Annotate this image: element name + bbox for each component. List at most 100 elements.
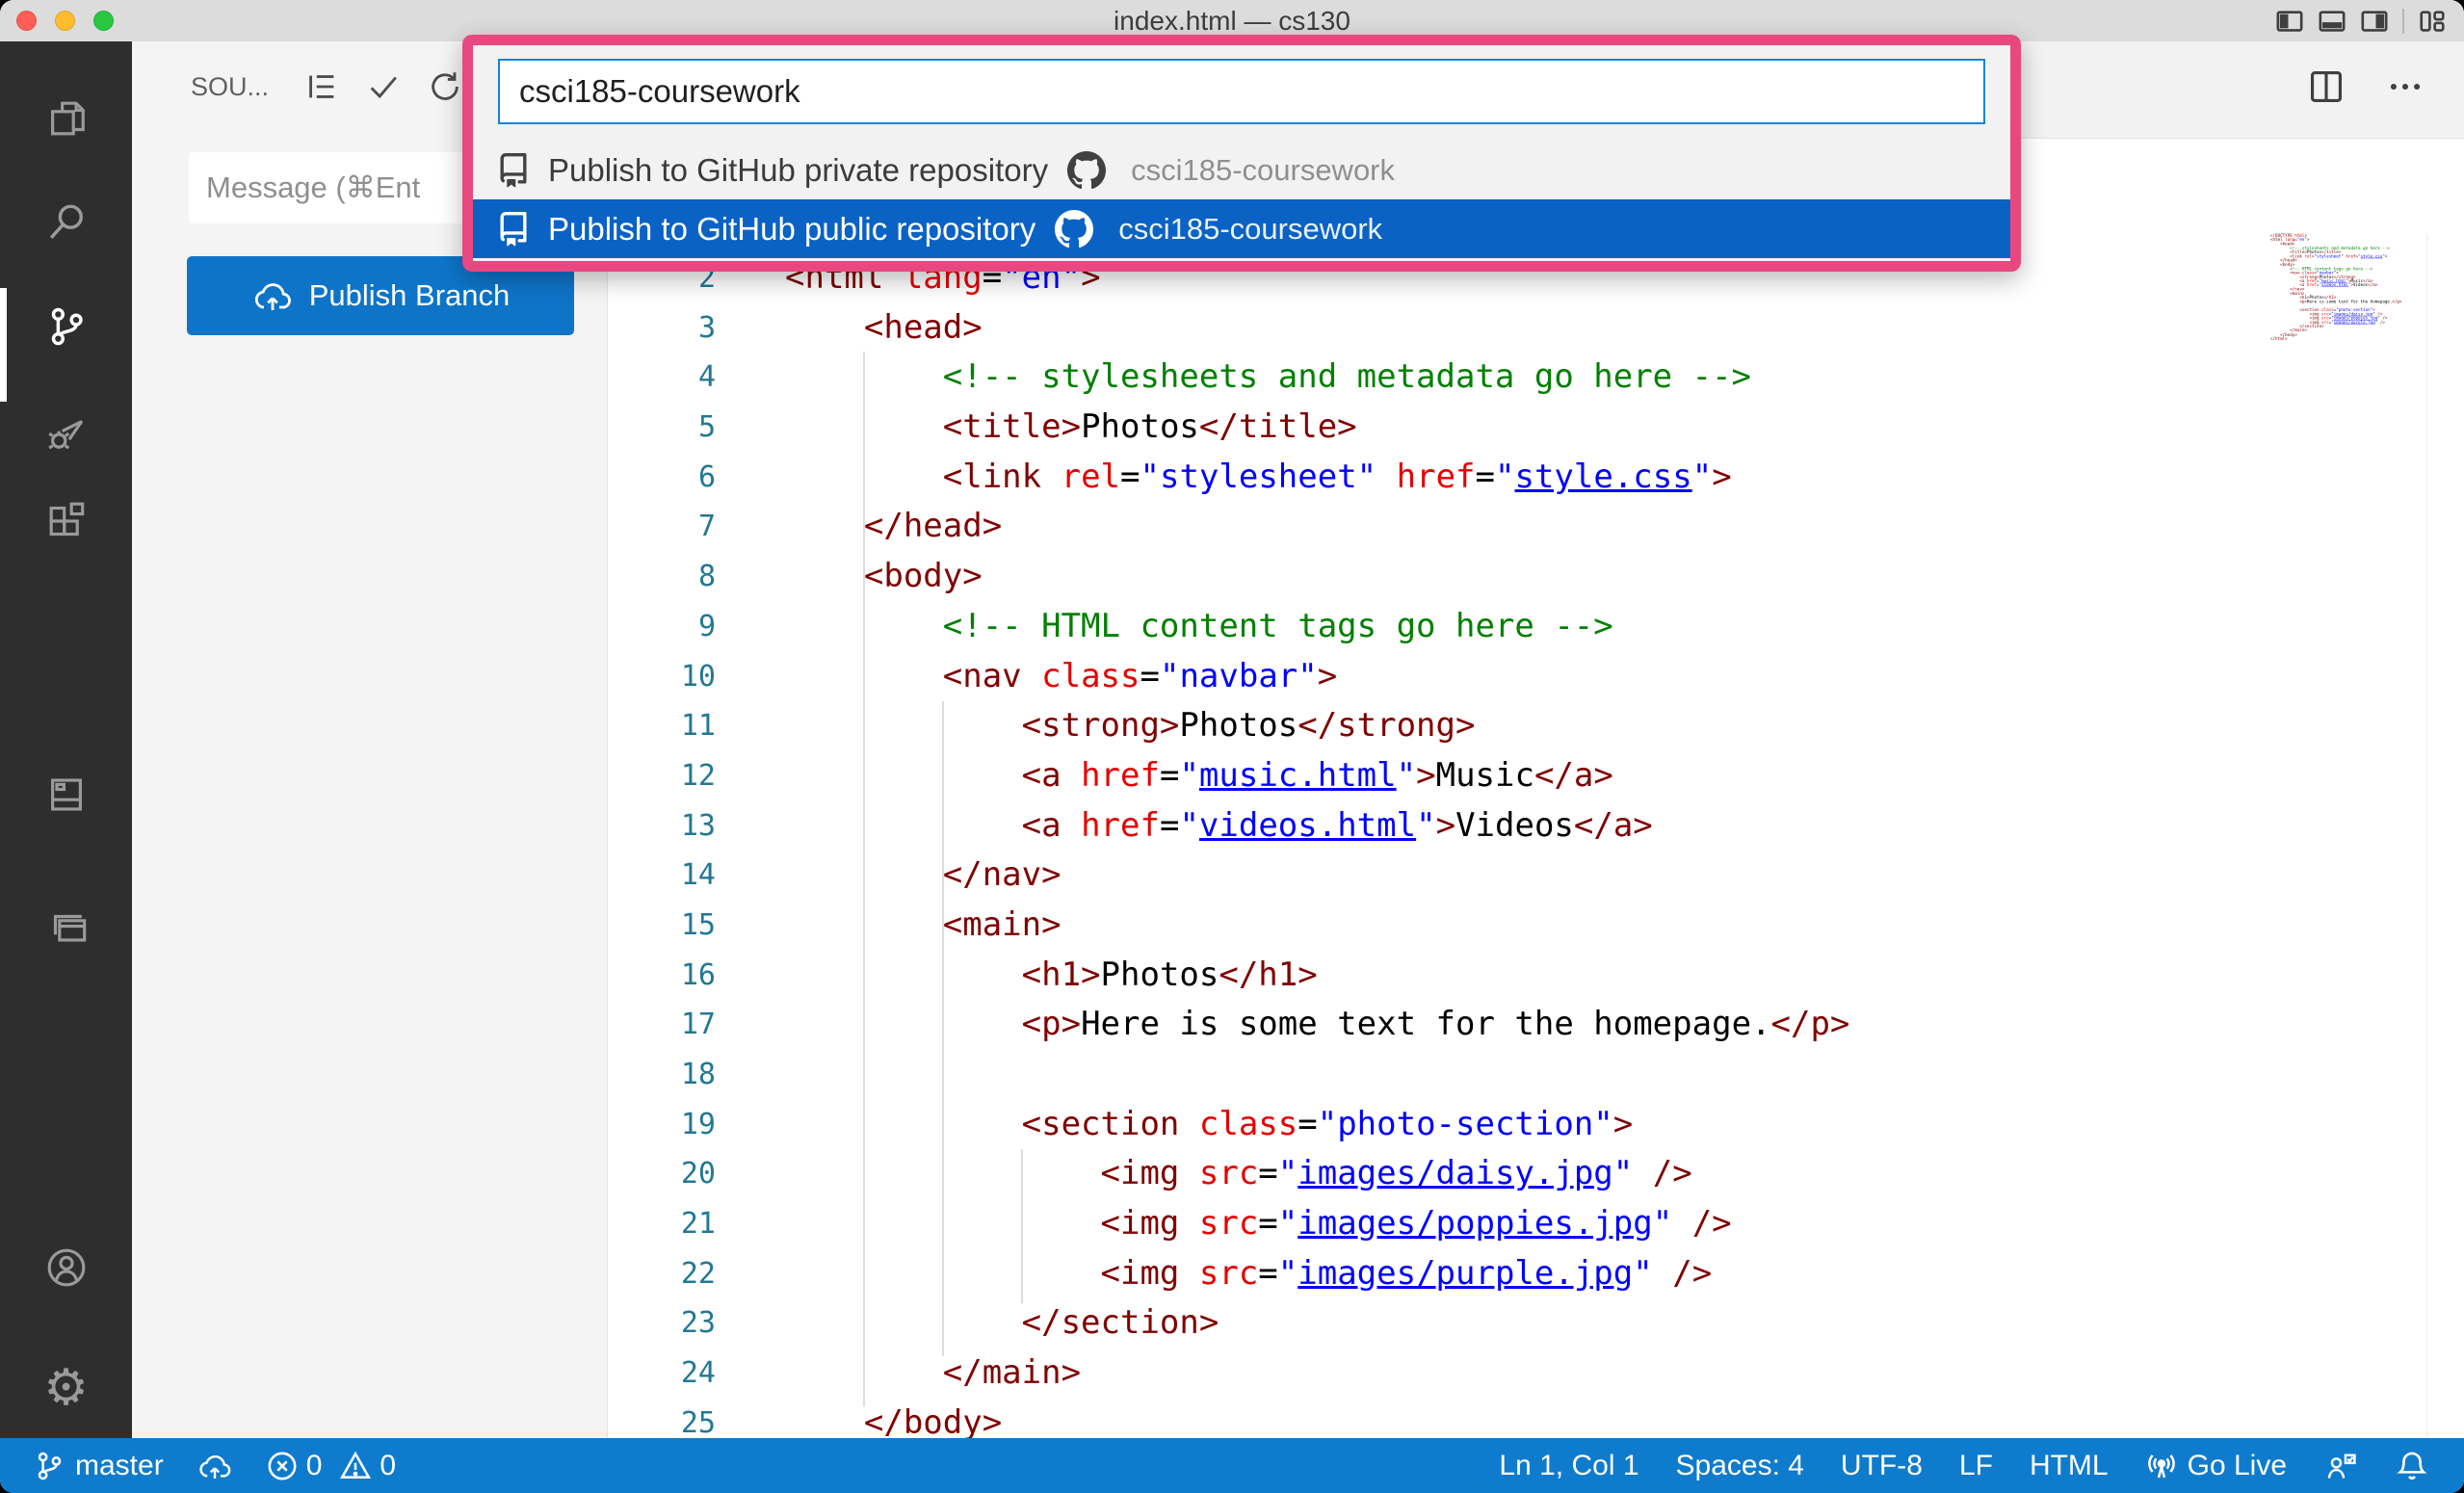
line-number: 10 bbox=[608, 652, 716, 702]
cursor-position-status[interactable]: Ln 1, Col 1 bbox=[1499, 1450, 1638, 1482]
code-line[interactable]: 5 <title>Photos</title> bbox=[608, 403, 1849, 453]
problems-status[interactable]: 0 0 bbox=[266, 1450, 396, 1482]
vscode-window: index.html — cs130 ⚙ SOU... bbox=[0, 0, 2464, 1493]
settings-gear-icon[interactable]: ⚙ bbox=[0, 1342, 132, 1434]
line-number: 24 bbox=[608, 1349, 716, 1399]
go-live-label: Go Live bbox=[2188, 1450, 2287, 1482]
line-number: 16 bbox=[608, 951, 716, 1001]
status-bar: master 0 0 Ln 1, Col 1 Spaces: 4 UTF-8 L… bbox=[0, 1438, 2464, 1493]
code-line[interactable]: 7 </head> bbox=[608, 502, 1849, 552]
source-control-title: SOU... bbox=[191, 72, 269, 102]
explorer-icon[interactable] bbox=[0, 72, 132, 165]
notifications-bell-icon[interactable] bbox=[2395, 1449, 2429, 1483]
publish-quick-pick: Publish to GitHub private repository csci… bbox=[462, 35, 2021, 272]
live-preview-icon[interactable] bbox=[0, 881, 132, 974]
line-number: 13 bbox=[608, 801, 716, 851]
quick-pick-item-label: Publish to GitHub private repository bbox=[548, 152, 1048, 189]
code-line[interactable]: 19 <section class="photo-section"> bbox=[608, 1100, 1849, 1150]
code-line[interactable]: 16 <h1>Photos</h1> bbox=[608, 951, 1849, 1001]
cloud-upload-icon bbox=[251, 277, 294, 314]
line-number: 17 bbox=[608, 1000, 716, 1050]
code-line[interactable]: 18 bbox=[608, 1050, 1849, 1100]
view-as-tree-icon[interactable] bbox=[303, 68, 340, 105]
refresh-icon[interactable] bbox=[427, 68, 463, 105]
code-editor[interactable]: 2<html lang="en">3 <head>4 <!-- styleshe… bbox=[608, 138, 2464, 1438]
run-debug-icon[interactable] bbox=[0, 386, 132, 479]
quick-pick-list: Publish to GitHub private repository csci… bbox=[473, 141, 2010, 258]
github-octocat-icon bbox=[1055, 210, 1093, 249]
code-line[interactable]: 24 </main> bbox=[608, 1349, 1849, 1399]
publish-branch-label: Publish Branch bbox=[309, 278, 511, 313]
errors-icon bbox=[266, 1450, 299, 1482]
code-lines: 2<html lang="en">3 <head>4 <!-- styleshe… bbox=[608, 253, 1849, 1438]
feedback-icon[interactable] bbox=[2323, 1449, 2358, 1483]
encoding-status[interactable]: UTF-8 bbox=[1841, 1450, 1923, 1482]
warnings-icon bbox=[339, 1450, 372, 1482]
repo-icon bbox=[496, 212, 531, 247]
source-control-icon[interactable] bbox=[0, 280, 132, 373]
publish-changes-status[interactable] bbox=[197, 1450, 233, 1482]
eol-status[interactable]: LF bbox=[1959, 1450, 1993, 1482]
toggle-secondary-sidebar-icon[interactable] bbox=[2360, 7, 2389, 36]
line-number: 18 bbox=[608, 1050, 716, 1100]
scrollbar-track[interactable] bbox=[2426, 234, 2427, 1438]
code-line[interactable]: 12 <a href="music.html">Music</a> bbox=[608, 751, 1849, 801]
code-line[interactable]: 10 <nav class="navbar"> bbox=[608, 652, 1849, 702]
code-line[interactable]: 6 <link rel="stylesheet" href="style.css… bbox=[608, 453, 1849, 503]
repository-name-input[interactable] bbox=[498, 59, 1985, 124]
line-number: 20 bbox=[608, 1149, 716, 1199]
toggle-panel-icon[interactable] bbox=[2318, 7, 2346, 36]
line-number: 15 bbox=[608, 901, 716, 951]
code-line[interactable]: 8 <body> bbox=[608, 552, 1849, 602]
line-number: 6 bbox=[608, 453, 716, 503]
search-icon[interactable] bbox=[0, 176, 132, 269]
line-number: 12 bbox=[608, 751, 716, 801]
code-line[interactable]: 20 <img src="images/daisy.jpg" /> bbox=[608, 1149, 1849, 1199]
code-line[interactable]: 11 <strong>Photos</strong> bbox=[608, 701, 1849, 751]
minimap[interactable]: <!DOCTYPE html><html lang="en"> <head> <… bbox=[2270, 234, 2463, 489]
line-number: 3 bbox=[608, 303, 716, 354]
commit-check-icon[interactable] bbox=[365, 68, 402, 105]
code-line[interactable]: 23 </section> bbox=[608, 1298, 1849, 1349]
language-mode-status[interactable]: HTML bbox=[2030, 1450, 2109, 1482]
quick-pick-item-label: Publish to GitHub public repository bbox=[548, 211, 1035, 248]
line-number: 23 bbox=[608, 1298, 716, 1349]
line-number: 14 bbox=[608, 851, 716, 901]
code-line[interactable]: 25 </body> bbox=[608, 1399, 1849, 1438]
warnings-count: 0 bbox=[380, 1450, 396, 1482]
quick-pick-item[interactable]: Publish to GitHub private repository csci… bbox=[473, 141, 2010, 199]
line-number: 25 bbox=[608, 1399, 716, 1438]
github-octocat-icon bbox=[1067, 151, 1106, 190]
line-number: 21 bbox=[608, 1199, 716, 1249]
split-editor-icon[interactable] bbox=[2306, 66, 2346, 112]
branch-status[interactable]: master bbox=[33, 1450, 164, 1482]
code-line[interactable]: 3 <head> bbox=[608, 303, 1849, 354]
customize-layout-icon[interactable] bbox=[2418, 7, 2447, 36]
code-line[interactable]: 22 <img src="images/purple.jpg" /> bbox=[608, 1249, 1849, 1299]
errors-count: 0 bbox=[306, 1450, 323, 1482]
branch-name: master bbox=[75, 1450, 164, 1482]
code-line[interactable]: 9 <!-- HTML content tags go here --> bbox=[608, 602, 1849, 652]
indentation-status[interactable]: Spaces: 4 bbox=[1676, 1450, 1804, 1482]
more-actions-icon[interactable] bbox=[2385, 66, 2425, 112]
go-live-status[interactable]: Go Live bbox=[2145, 1450, 2287, 1482]
line-number: 19 bbox=[608, 1100, 716, 1150]
toggle-primary-sidebar-icon[interactable] bbox=[2275, 7, 2304, 36]
line-number: 22 bbox=[608, 1249, 716, 1299]
titlebar-separator bbox=[2402, 9, 2404, 34]
code-line[interactable]: 4 <!-- stylesheets and metadata go here … bbox=[608, 353, 1849, 403]
code-line[interactable]: 15 <main> bbox=[608, 901, 1849, 951]
extension-box-icon[interactable] bbox=[0, 748, 132, 841]
line-number: 5 bbox=[608, 403, 716, 453]
activity-bar: ⚙ bbox=[0, 41, 132, 1438]
code-line[interactable]: 14 </nav> bbox=[608, 851, 1849, 901]
quick-pick-item[interactable]: Publish to GitHub public repositorycsci1… bbox=[473, 199, 2010, 258]
code-line[interactable]: 17 <p>Here is some text for the homepage… bbox=[608, 1000, 1849, 1050]
code-line[interactable]: 21 <img src="images/poppies.jpg" /> bbox=[608, 1199, 1849, 1249]
quick-pick-item-description: csci185-coursework bbox=[1131, 153, 1395, 188]
line-number: 11 bbox=[608, 701, 716, 751]
line-number: 8 bbox=[608, 552, 716, 602]
account-icon[interactable] bbox=[0, 1221, 132, 1314]
extensions-icon[interactable] bbox=[0, 475, 132, 567]
code-line[interactable]: 13 <a href="videos.html">Videos</a> bbox=[608, 801, 1849, 851]
